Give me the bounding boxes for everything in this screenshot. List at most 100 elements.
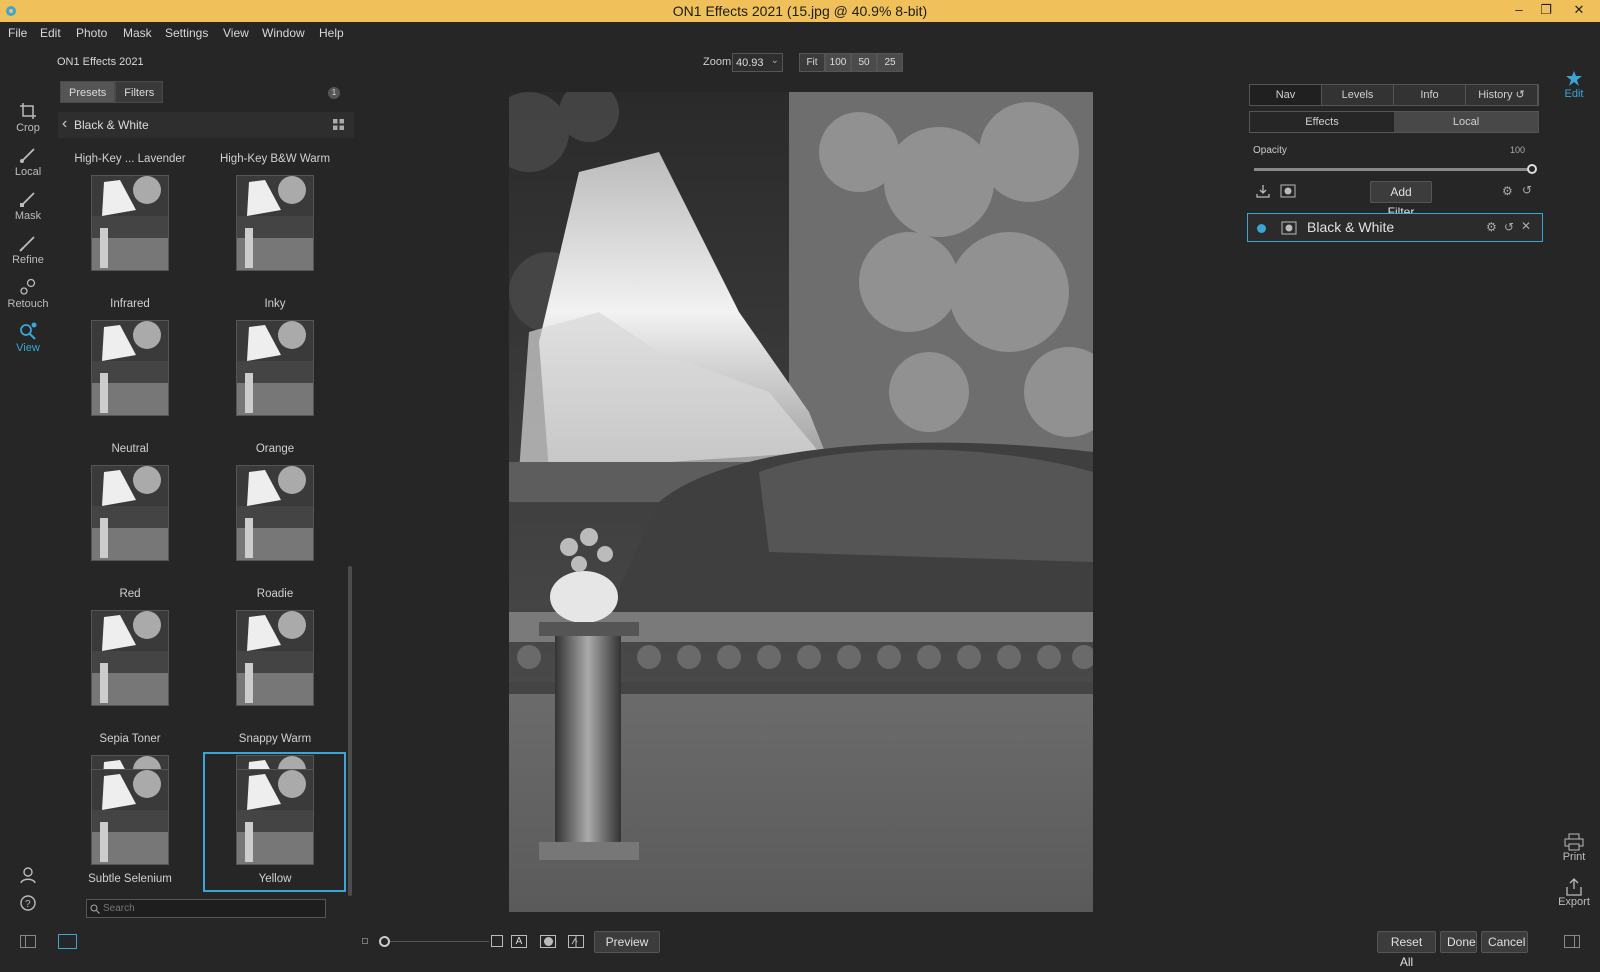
preset-tile[interactable]: Roadie (210, 588, 340, 706)
preset-search[interactable] (86, 899, 326, 918)
chevron-down-icon: ⌄ (770, 55, 779, 66)
menu-view[interactable]: View (223, 26, 249, 40)
mask-button[interactable] (1280, 184, 1296, 198)
zoom-value: 40.93 (736, 57, 764, 69)
zoom-select[interactable]: 40.93 ⌄ (732, 53, 783, 72)
menu-photo[interactable]: Photo (76, 26, 107, 40)
tool-label: Mask (14, 210, 42, 222)
toggle-right-panel-button[interactable] (1564, 935, 1580, 948)
grid-view-icon[interactable] (333, 119, 344, 130)
crop-icon (20, 103, 36, 119)
preset-tile[interactable]: Orange (210, 443, 340, 561)
tool-local[interactable]: Local (0, 146, 56, 178)
minimize-button[interactable]: – (1506, 0, 1532, 22)
opacity-label: Opacity (1253, 145, 1287, 156)
browser-view-toggle[interactable] (58, 934, 77, 949)
tool-print-label: Print (1562, 851, 1586, 863)
thumbnail-image (92, 770, 168, 864)
tab-local[interactable]: Local (1394, 112, 1538, 132)
panel-divider (25, 936, 26, 947)
preset-tile[interactable]: Infrared (65, 298, 195, 416)
layer-reset-icon[interactable]: ↺ (1504, 220, 1514, 234)
tool-label: View (16, 342, 40, 354)
layer-mask-icon[interactable] (1281, 221, 1297, 235)
menu-edit[interactable]: Edit (40, 26, 61, 40)
zoom-fit-button[interactable]: Fit (799, 53, 825, 72)
tab-info[interactable]: Info (1394, 85, 1466, 105)
add-filter-button[interactable]: Add Filter (1370, 181, 1432, 219)
account-button[interactable] (0, 866, 56, 886)
thumbnail-image (237, 176, 313, 270)
layer-close-icon[interactable]: ✕ (1521, 219, 1531, 233)
zoom-50-button[interactable]: 50 (851, 53, 877, 72)
slider-handle[interactable] (379, 936, 390, 947)
tab-filters[interactable]: Filters (115, 81, 164, 103)
filter-layer[interactable]: Black & White ⚙ ↺ ✕ (1247, 213, 1543, 242)
slider-handle[interactable] (1527, 164, 1537, 174)
tool-retouch[interactable]: Retouch (0, 278, 56, 310)
thumbnail-image (92, 176, 168, 270)
preset-tile[interactable]: Red (65, 588, 195, 706)
thumbnail-size-slider[interactable] (379, 936, 489, 947)
menu-mask[interactable]: Mask (123, 26, 152, 40)
preset-tile[interactable]: Neutral (65, 443, 195, 561)
tab-presets[interactable]: Presets (60, 81, 116, 103)
preset-thumbnail (91, 175, 169, 271)
preview-button[interactable]: Preview (594, 931, 660, 953)
zoom-100-button[interactable]: 100 (825, 53, 851, 72)
tool-mask[interactable]: Mask (0, 190, 56, 222)
tool-export-label: Export (1558, 896, 1590, 908)
menu-settings[interactable]: Settings (165, 26, 208, 40)
tab-effects[interactable]: Effects (1250, 112, 1394, 132)
menu-window[interactable]: Window (262, 26, 305, 40)
import-icon (1256, 185, 1270, 198)
layer-name: Black & White (1307, 219, 1395, 235)
preset-thumbnail (236, 175, 314, 271)
tool-export[interactable]: Export (1548, 878, 1600, 908)
zoom-25-button[interactable]: 25 (877, 53, 903, 72)
preset-thumbnail (91, 465, 169, 561)
tab-nav[interactable]: Nav (1250, 85, 1322, 105)
thumbnail-image (92, 466, 168, 560)
mask-view-button[interactable] (540, 935, 556, 948)
toggle-left-panel-button[interactable] (20, 935, 36, 948)
image-canvas[interactable] (509, 92, 1093, 912)
tool-edit[interactable]: Edit (1548, 70, 1600, 100)
done-button[interactable]: Done (1440, 931, 1477, 953)
auto-button[interactable]: A (511, 935, 527, 948)
thumbnail-image (237, 466, 313, 560)
reset-all-button[interactable]: Reset All (1377, 931, 1436, 969)
compare-button[interactable] (568, 935, 584, 948)
user-icon (20, 867, 36, 884)
preset-thumbnail (236, 320, 314, 416)
tool-print[interactable]: Print (1548, 833, 1600, 863)
close-button[interactable]: ✕ (1566, 0, 1592, 22)
settings-button[interactable]: ⚙ (1502, 184, 1513, 198)
layer-gear-icon[interactable]: ⚙ (1486, 220, 1497, 234)
tool-crop[interactable]: Crop (0, 102, 56, 134)
layer-active-dot[interactable] (1257, 224, 1266, 233)
preset-tile[interactable]: High-Key ... Lavender (65, 153, 195, 271)
reset-button[interactable]: ↺ (1522, 183, 1532, 197)
menu-help[interactable]: Help (319, 26, 344, 40)
import-button[interactable] (1256, 184, 1270, 198)
menu-bar: File Edit Photo Mask Settings View Windo… (0, 22, 1600, 44)
menu-file[interactable]: File (8, 26, 27, 40)
cancel-button[interactable]: Cancel (1481, 931, 1528, 953)
tab-history[interactable]: History ↺ (1466, 85, 1538, 105)
preset-tile[interactable]: Inky (210, 298, 340, 416)
tool-refine[interactable]: Refine (0, 234, 56, 266)
restore-button[interactable]: ❐ (1533, 0, 1559, 22)
preset-tile[interactable]: Subtle Selenium (65, 765, 195, 891)
tool-view[interactable]: View (0, 322, 56, 354)
gear-icon: ⚙ (1502, 184, 1513, 198)
browser-scrollbar[interactable] (348, 566, 352, 896)
opacity-slider[interactable] (1254, 164, 1537, 174)
thumbnail-image (237, 611, 313, 705)
tab-levels[interactable]: Levels (1322, 85, 1394, 105)
preset-tile[interactable]: High-Key B&W Warm (210, 153, 340, 271)
help-button[interactable]: ? (0, 894, 56, 914)
search-input[interactable] (103, 903, 313, 914)
category-breadcrumb[interactable]: ‹ Black & White (58, 112, 354, 138)
chevron-left-icon[interactable]: ‹ (62, 115, 67, 133)
